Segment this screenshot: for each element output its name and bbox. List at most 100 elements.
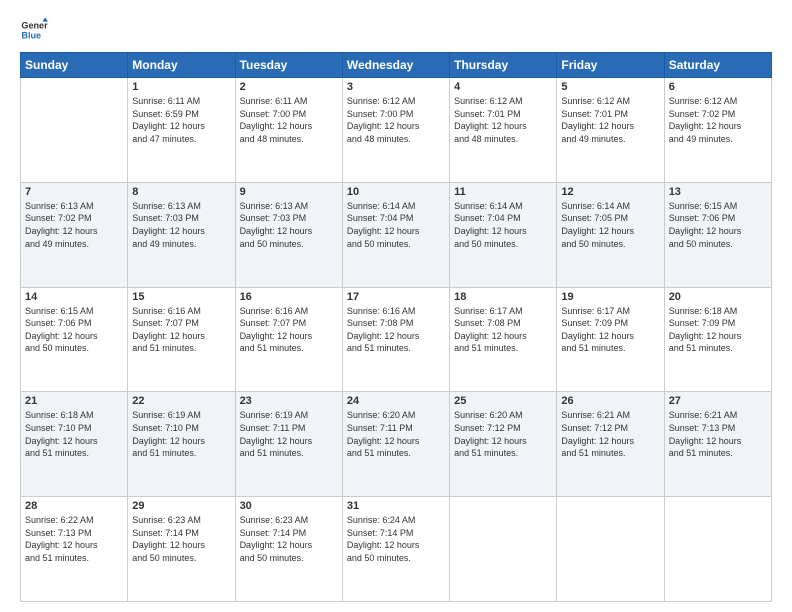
weekday-header: Saturday — [664, 53, 771, 78]
logo-icon: General Blue — [20, 16, 48, 44]
weekday-header: Sunday — [21, 53, 128, 78]
calendar-row: 28Sunrise: 6:22 AM Sunset: 7:13 PM Dayli… — [21, 497, 772, 602]
day-number: 9 — [240, 186, 338, 198]
calendar-cell: 6 Sunrise: 6:12 AM Sunset: 7:02 PM Daylig… — [664, 78, 771, 183]
calendar-cell: 31 Sunrise: 6:24 AM Sunset: 7:14 PM Dayli… — [342, 497, 449, 602]
calendar-header-row: SundayMondayTuesdayWednesdayThursdayFrid… — [21, 53, 772, 78]
calendar-row: 1Sunrise: 6:11 AM Sunset: 6:59 PM Daylig… — [21, 78, 772, 183]
day-info: Sunrise: 6:13 AM Sunset: 7:03 PM Dayligh… — [132, 200, 230, 250]
weekday-header: Thursday — [450, 53, 557, 78]
day-number: 23 — [240, 395, 338, 407]
calendar-cell: 2 Sunrise: 6:11 AM Sunset: 7:00 PM Daylig… — [235, 78, 342, 183]
calendar-cell: 4Sunrise: 6:12 AM Sunset: 7:01 PM Daylig… — [450, 78, 557, 183]
calendar-row: 7 Sunrise: 6:13 AM Sunset: 7:02 PM Daylig… — [21, 182, 772, 287]
header: General Blue — [20, 16, 772, 44]
day-number: 26 — [561, 395, 659, 407]
day-number: 19 — [561, 291, 659, 303]
calendar-cell — [557, 497, 664, 602]
calendar-cell: 17Sunrise: 6:16 AM Sunset: 7:08 PM Dayli… — [342, 287, 449, 392]
calendar-cell: 30 Sunrise: 6:23 AM Sunset: 7:14 PM Dayli… — [235, 497, 342, 602]
day-number: 15 — [132, 291, 230, 303]
day-info: Sunrise: 6:16 AM Sunset: 7:07 PM Dayligh… — [132, 305, 230, 355]
day-info: Sunrise: 6:24 AM Sunset: 7:14 PM Dayligh… — [347, 514, 445, 564]
day-info: Sunrise: 6:22 AM Sunset: 7:13 PM Dayligh… — [25, 514, 123, 564]
calendar-cell — [450, 497, 557, 602]
calendar-cell: 27 Sunrise: 6:21 AM Sunset: 7:13 PM Dayli… — [664, 392, 771, 497]
day-number: 27 — [669, 395, 767, 407]
calendar-cell: 12 Sunrise: 6:14 AM Sunset: 7:05 PM Dayli… — [557, 182, 664, 287]
day-number: 7 — [25, 186, 123, 198]
day-info: Sunrise: 6:12 AM Sunset: 7:01 PM Dayligh… — [561, 95, 659, 145]
weekday-header: Tuesday — [235, 53, 342, 78]
day-info: Sunrise: 6:20 AM Sunset: 7:12 PM Dayligh… — [454, 409, 552, 459]
calendar-cell: 11Sunrise: 6:14 AM Sunset: 7:04 PM Dayli… — [450, 182, 557, 287]
day-number: 2 — [240, 81, 338, 93]
day-info: Sunrise: 6:19 AM Sunset: 7:11 PM Dayligh… — [240, 409, 338, 459]
day-info: Sunrise: 6:18 AM Sunset: 7:09 PM Dayligh… — [669, 305, 767, 355]
day-number: 16 — [240, 291, 338, 303]
calendar-table: SundayMondayTuesdayWednesdayThursdayFrid… — [20, 52, 772, 602]
calendar-cell: 9 Sunrise: 6:13 AM Sunset: 7:03 PM Daylig… — [235, 182, 342, 287]
calendar-cell: 22 Sunrise: 6:19 AM Sunset: 7:10 PM Dayli… — [128, 392, 235, 497]
day-info: Sunrise: 6:14 AM Sunset: 7:04 PM Dayligh… — [347, 200, 445, 250]
day-number: 1 — [132, 81, 230, 93]
day-number: 30 — [240, 500, 338, 512]
day-number: 5 — [561, 81, 659, 93]
calendar-cell: 16 Sunrise: 6:16 AM Sunset: 7:07 PM Dayli… — [235, 287, 342, 392]
calendar-cell — [21, 78, 128, 183]
day-number: 29 — [132, 500, 230, 512]
day-number: 6 — [669, 81, 767, 93]
calendar-row: 14Sunrise: 6:15 AM Sunset: 7:06 PM Dayli… — [21, 287, 772, 392]
svg-text:Blue: Blue — [21, 30, 41, 40]
calendar-cell: 18 Sunrise: 6:17 AM Sunset: 7:08 PM Dayli… — [450, 287, 557, 392]
day-info: Sunrise: 6:15 AM Sunset: 7:06 PM Dayligh… — [669, 200, 767, 250]
day-info: Sunrise: 6:11 AM Sunset: 7:00 PM Dayligh… — [240, 95, 338, 145]
day-info: Sunrise: 6:23 AM Sunset: 7:14 PM Dayligh… — [132, 514, 230, 564]
calendar-cell: 14Sunrise: 6:15 AM Sunset: 7:06 PM Dayli… — [21, 287, 128, 392]
day-info: Sunrise: 6:23 AM Sunset: 7:14 PM Dayligh… — [240, 514, 338, 564]
calendar-cell: 7 Sunrise: 6:13 AM Sunset: 7:02 PM Daylig… — [21, 182, 128, 287]
calendar-cell: 29 Sunrise: 6:23 AM Sunset: 7:14 PM Dayli… — [128, 497, 235, 602]
day-number: 13 — [669, 186, 767, 198]
day-number: 22 — [132, 395, 230, 407]
page: General Blue SundayMondayTuesdayWednesda… — [0, 0, 792, 612]
weekday-header: Friday — [557, 53, 664, 78]
day-number: 10 — [347, 186, 445, 198]
day-info: Sunrise: 6:12 AM Sunset: 7:00 PM Dayligh… — [347, 95, 445, 145]
logo: General Blue — [20, 16, 50, 44]
calendar-cell: 25 Sunrise: 6:20 AM Sunset: 7:12 PM Dayli… — [450, 392, 557, 497]
day-number: 31 — [347, 500, 445, 512]
calendar-cell: 23 Sunrise: 6:19 AM Sunset: 7:11 PM Dayli… — [235, 392, 342, 497]
calendar-cell: 26 Sunrise: 6:21 AM Sunset: 7:12 PM Dayli… — [557, 392, 664, 497]
day-info: Sunrise: 6:17 AM Sunset: 7:08 PM Dayligh… — [454, 305, 552, 355]
weekday-header: Monday — [128, 53, 235, 78]
day-info: Sunrise: 6:13 AM Sunset: 7:03 PM Dayligh… — [240, 200, 338, 250]
day-number: 12 — [561, 186, 659, 198]
day-number: 11 — [454, 186, 552, 198]
day-number: 18 — [454, 291, 552, 303]
weekday-header: Wednesday — [342, 53, 449, 78]
day-info: Sunrise: 6:20 AM Sunset: 7:11 PM Dayligh… — [347, 409, 445, 459]
calendar-cell: 24 Sunrise: 6:20 AM Sunset: 7:11 PM Dayli… — [342, 392, 449, 497]
day-info: Sunrise: 6:14 AM Sunset: 7:05 PM Dayligh… — [561, 200, 659, 250]
day-number: 24 — [347, 395, 445, 407]
day-info: Sunrise: 6:17 AM Sunset: 7:09 PM Dayligh… — [561, 305, 659, 355]
calendar-cell: 3Sunrise: 6:12 AM Sunset: 7:00 PM Daylig… — [342, 78, 449, 183]
day-info: Sunrise: 6:19 AM Sunset: 7:10 PM Dayligh… — [132, 409, 230, 459]
day-info: Sunrise: 6:16 AM Sunset: 7:08 PM Dayligh… — [347, 305, 445, 355]
day-info: Sunrise: 6:13 AM Sunset: 7:02 PM Dayligh… — [25, 200, 123, 250]
calendar-cell: 21Sunrise: 6:18 AM Sunset: 7:10 PM Dayli… — [21, 392, 128, 497]
calendar-cell: 1Sunrise: 6:11 AM Sunset: 6:59 PM Daylig… — [128, 78, 235, 183]
calendar-cell: 28Sunrise: 6:22 AM Sunset: 7:13 PM Dayli… — [21, 497, 128, 602]
calendar-cell: 5 Sunrise: 6:12 AM Sunset: 7:01 PM Daylig… — [557, 78, 664, 183]
day-number: 21 — [25, 395, 123, 407]
calendar-cell: 10 Sunrise: 6:14 AM Sunset: 7:04 PM Dayli… — [342, 182, 449, 287]
day-info: Sunrise: 6:16 AM Sunset: 7:07 PM Dayligh… — [240, 305, 338, 355]
day-info: Sunrise: 6:21 AM Sunset: 7:12 PM Dayligh… — [561, 409, 659, 459]
day-info: Sunrise: 6:21 AM Sunset: 7:13 PM Dayligh… — [669, 409, 767, 459]
calendar-cell: 20Sunrise: 6:18 AM Sunset: 7:09 PM Dayli… — [664, 287, 771, 392]
day-number: 25 — [454, 395, 552, 407]
calendar-row: 21Sunrise: 6:18 AM Sunset: 7:10 PM Dayli… — [21, 392, 772, 497]
day-info: Sunrise: 6:12 AM Sunset: 7:02 PM Dayligh… — [669, 95, 767, 145]
day-number: 4 — [454, 81, 552, 93]
